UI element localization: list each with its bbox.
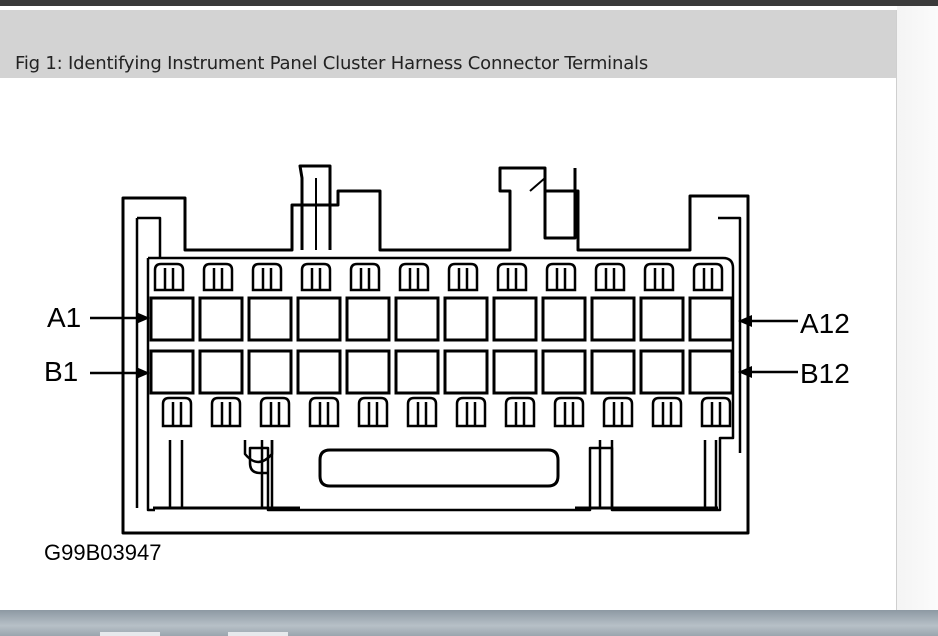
terminal-b1 bbox=[149, 349, 195, 395]
top-latch-9 bbox=[545, 262, 577, 292]
figure-frame: Fig 1: Identifying Instrument Panel Clus… bbox=[0, 10, 897, 610]
image-code: G99B03947 bbox=[44, 540, 161, 565]
terminal-b10 bbox=[590, 349, 636, 395]
label-b1: B1 bbox=[44, 356, 78, 387]
top-latch-4 bbox=[300, 262, 332, 292]
top-latch-1 bbox=[153, 262, 185, 292]
figure-header: Fig 1: Identifying Instrument Panel Clus… bbox=[0, 10, 896, 78]
terminal-b7 bbox=[443, 349, 489, 395]
terminal-a1 bbox=[149, 296, 195, 342]
bottom-latch-5 bbox=[357, 396, 389, 428]
bottom-latch-6 bbox=[406, 396, 438, 428]
terminal-a11 bbox=[639, 296, 685, 342]
terminal-a3 bbox=[247, 296, 293, 342]
bottom-latch-11 bbox=[651, 396, 683, 428]
label-b12: B12 bbox=[800, 358, 850, 389]
terminal-b9 bbox=[541, 349, 587, 395]
bottom-latch-3 bbox=[259, 396, 291, 428]
bottom-latch-12 bbox=[700, 396, 732, 428]
bottom-latch-4 bbox=[308, 396, 340, 428]
top-latch-12 bbox=[692, 262, 724, 292]
terminal-a8 bbox=[492, 296, 538, 342]
bottom-latch-10 bbox=[602, 396, 634, 428]
top-latch-2 bbox=[202, 262, 234, 292]
taskbar-tab[interactable] bbox=[228, 632, 288, 636]
terminal-b12 bbox=[688, 349, 734, 395]
terminal-a7 bbox=[443, 296, 489, 342]
top-latch-6 bbox=[398, 262, 430, 292]
terminal-a9 bbox=[541, 296, 587, 342]
taskbar-tab[interactable] bbox=[100, 632, 160, 636]
right-latch bbox=[543, 168, 577, 240]
terminal-b2 bbox=[198, 349, 244, 395]
label-a12: A12 bbox=[800, 308, 850, 339]
center-slot bbox=[318, 448, 560, 488]
page-gutter bbox=[897, 6, 938, 610]
connector-diagram: A1 B1 A12 B12 G99B03947 bbox=[44, 164, 850, 565]
bottom-latch-9 bbox=[553, 396, 585, 428]
terminal-a4 bbox=[296, 296, 342, 342]
bottom-latch-1 bbox=[161, 396, 193, 428]
top-latch-3 bbox=[251, 262, 283, 292]
bottom-latch-2 bbox=[210, 396, 242, 428]
top-latch-8 bbox=[496, 262, 528, 292]
bottom-latch-8 bbox=[504, 396, 536, 428]
top-latch-10 bbox=[594, 262, 626, 292]
figure-caption: Fig 1: Identifying Instrument Panel Clus… bbox=[15, 53, 649, 74]
terminal-a12 bbox=[688, 296, 734, 342]
top-latch-11 bbox=[643, 262, 675, 292]
terminal-a5 bbox=[345, 296, 391, 342]
bottom-latch-7 bbox=[455, 396, 487, 428]
terminal-a2 bbox=[198, 296, 244, 342]
top-latch-7 bbox=[447, 262, 479, 292]
terminal-b8 bbox=[492, 349, 538, 395]
terminal-a6 bbox=[394, 296, 440, 342]
terminal-b3 bbox=[247, 349, 293, 395]
terminal-a10 bbox=[590, 296, 636, 342]
terminal-b5 bbox=[345, 349, 391, 395]
label-a1: A1 bbox=[47, 302, 81, 333]
terminal-b4 bbox=[296, 349, 342, 395]
bottom-taskbar bbox=[0, 610, 938, 636]
terminal-b6 bbox=[394, 349, 440, 395]
top-latch-5 bbox=[349, 262, 381, 292]
window-top-bar bbox=[0, 0, 938, 6]
terminal-b11 bbox=[639, 349, 685, 395]
